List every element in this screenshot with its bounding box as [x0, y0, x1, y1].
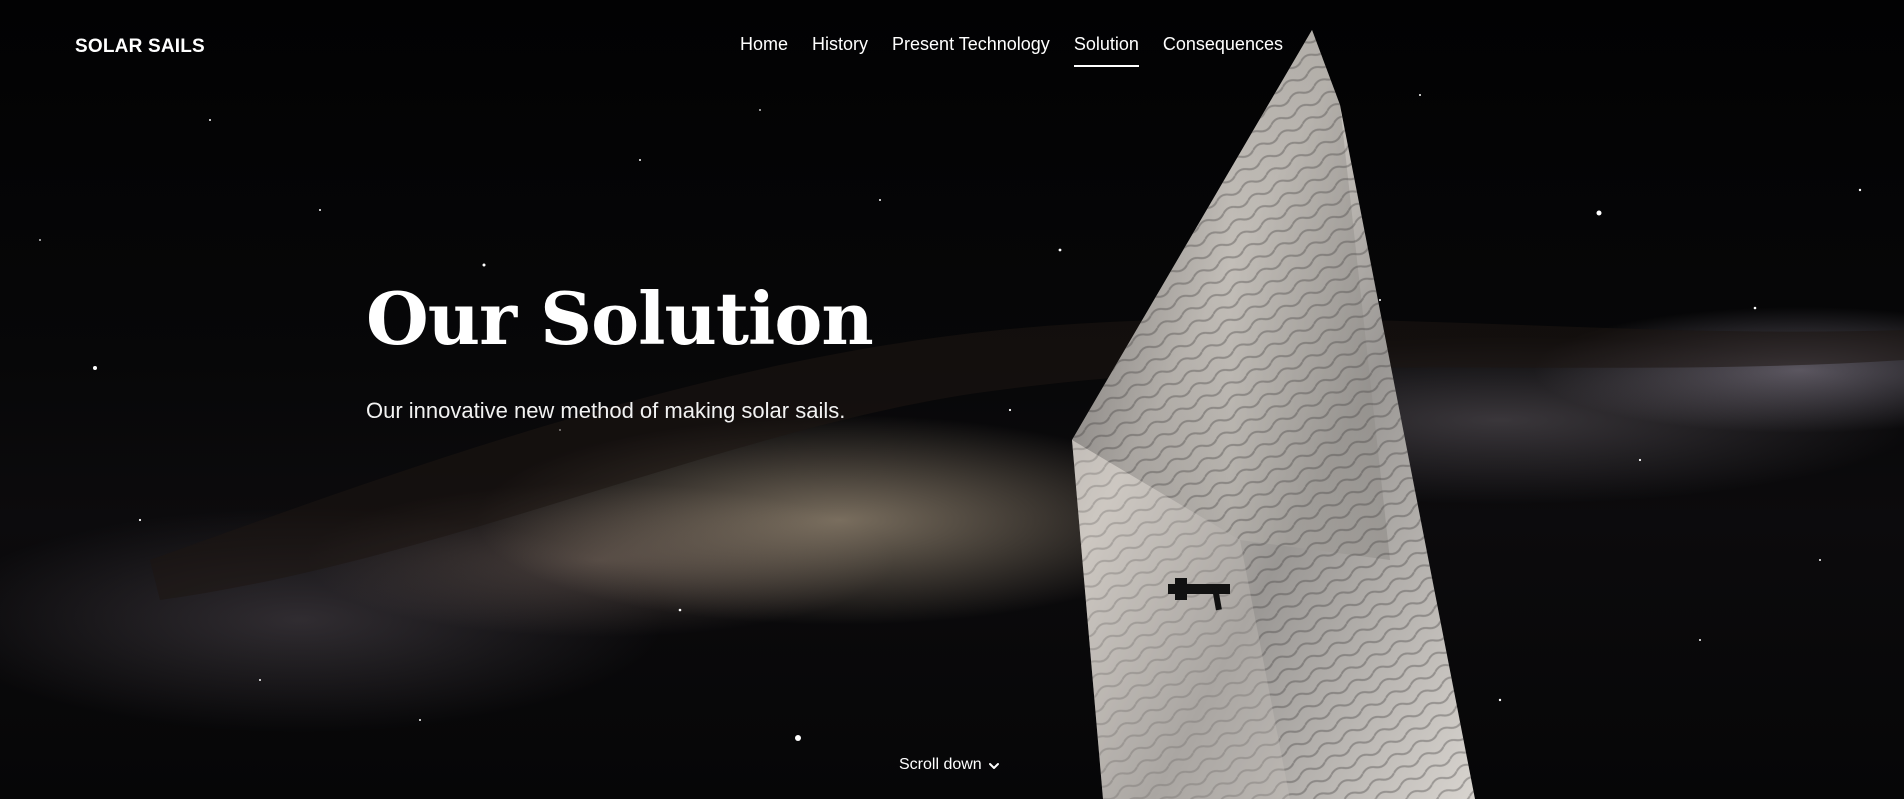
- nav-item-present-technology[interactable]: Present Technology: [892, 34, 1050, 67]
- nav-list: Home History Present Technology Solution…: [740, 34, 1307, 67]
- scroll-down-link[interactable]: Scroll down: [899, 756, 1000, 774]
- scroll-down-label: Scroll down: [899, 756, 982, 773]
- nav-item-consequences[interactable]: Consequences: [1163, 34, 1283, 67]
- chevron-down-icon: [988, 759, 1000, 771]
- nav-item-solution[interactable]: Solution: [1073, 34, 1139, 67]
- hero-title: Our Solution: [366, 276, 874, 361]
- milky-way-and-solar-sail-illustration: [39, 30, 1904, 799]
- nav-item-home[interactable]: Home: [740, 34, 788, 67]
- hero-subtitle: Our innovative new method of making sola…: [366, 398, 846, 423]
- star-field: [39, 94, 1862, 741]
- nav-item-history[interactable]: History: [812, 34, 868, 67]
- solar-sail-shape: [1072, 30, 1475, 799]
- site-header: SOLAR SAILS Home History Present Technol…: [0, 0, 1904, 96]
- site-logo-link[interactable]: SOLAR SAILS: [75, 36, 205, 58]
- hero-background-image: [0, 0, 1904, 799]
